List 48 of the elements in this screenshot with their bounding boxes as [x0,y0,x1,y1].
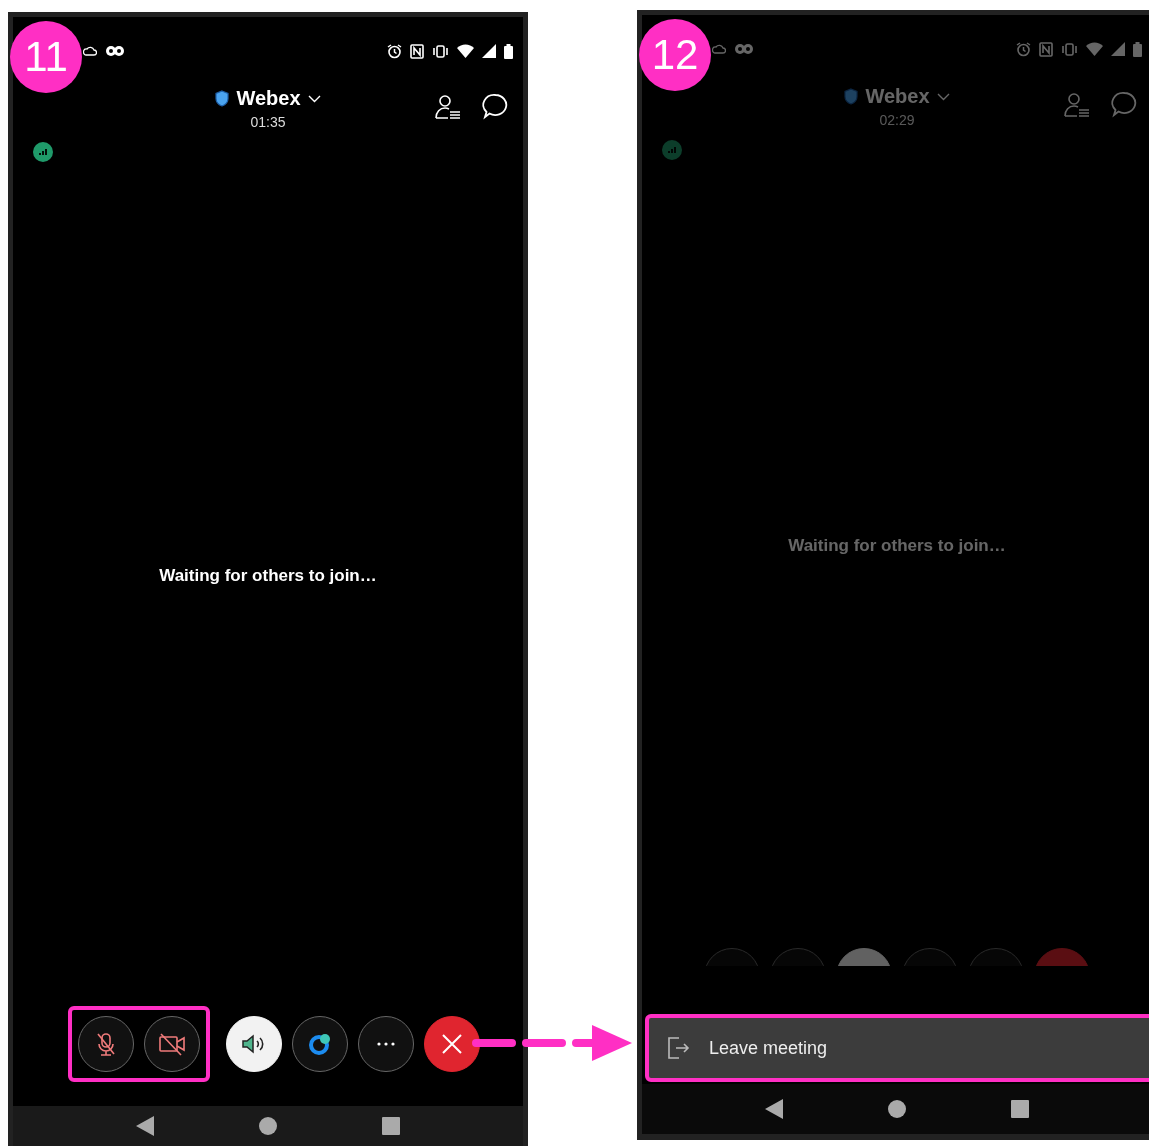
meeting-timer: 01:35 [250,114,286,130]
meeting-timer: 02:29 [879,112,915,128]
close-icon [441,1033,463,1055]
app-logo-icon [105,45,125,57]
camera-button[interactable] [144,1016,200,1072]
cloud-icon [83,45,97,57]
waiting-message: Waiting for others to join… [788,536,1006,556]
home-icon[interactable] [259,1117,277,1135]
shield-icon [844,88,859,105]
chevron-down-icon[interactable] [307,94,321,103]
back-icon[interactable] [135,1116,154,1136]
recents-icon[interactable] [1011,1100,1030,1118]
recents-icon[interactable] [382,1117,401,1135]
wifi-icon [457,44,474,58]
nfc-icon [1039,41,1053,57]
alarm-icon [387,43,402,59]
network-quality-icon[interactable] [33,142,53,162]
app-logo-icon [734,43,754,55]
end-call-button[interactable] [424,1016,480,1072]
step-number-badge: 11 [10,21,82,93]
video-camera-icon [158,1032,186,1056]
alarm-icon [1016,41,1031,57]
battery-icon [1133,41,1142,57]
vibrate-icon [432,44,449,58]
participants-icon[interactable] [434,93,462,121]
app-logo-icon [307,1031,333,1057]
home-icon[interactable] [888,1100,906,1118]
battery-icon [504,43,513,59]
wifi-icon [1086,42,1103,56]
meeting-title[interactable]: Webex [865,85,930,108]
signal-icon [482,44,496,58]
step-number-badge: 12 [639,19,711,91]
meeting-title[interactable]: Webex [236,87,301,110]
back-icon[interactable] [764,1099,783,1119]
vibrate-icon [1061,42,1078,56]
nfc-icon [410,43,424,59]
app-button[interactable] [292,1016,348,1072]
chat-icon[interactable] [482,93,509,120]
more-button[interactable] [358,1016,414,1072]
signal-icon [1111,42,1125,56]
exit-icon [665,1035,691,1061]
mic-button[interactable] [78,1016,134,1072]
leave-meeting-menu-item[interactable]: Leave meeting [645,1014,1149,1082]
cloud-icon [712,43,726,55]
shield-icon [215,90,230,107]
speaker-button[interactable] [226,1016,282,1072]
waiting-message: Waiting for others to join… [159,566,377,586]
more-icon [376,1042,396,1046]
